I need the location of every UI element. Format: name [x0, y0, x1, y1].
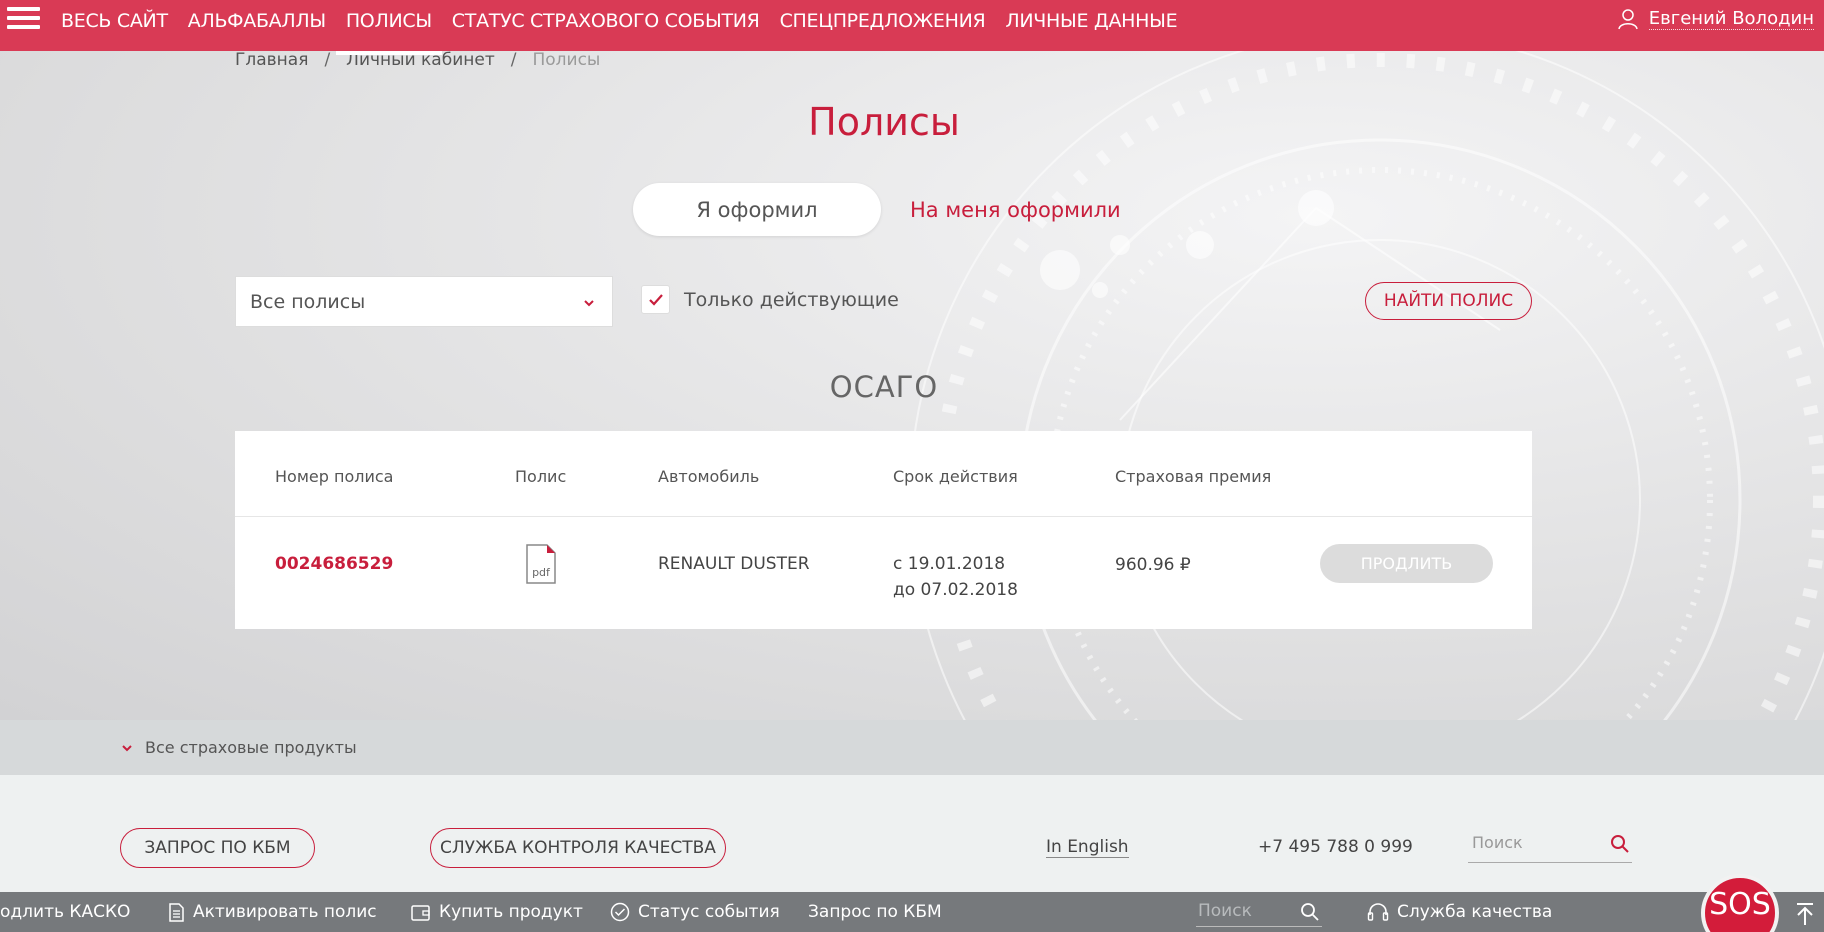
bottom-search-input[interactable] — [1196, 896, 1292, 926]
kbm-request-label: Запрос по КБМ — [808, 902, 942, 922]
extend-policy-button[interactable]: ПРОДЛИТЬ — [1320, 544, 1493, 583]
car-name: RENAULT DUSTER — [658, 554, 810, 574]
header-policy: Полис — [515, 467, 567, 486]
buy-product-label: Купить продукт — [439, 902, 583, 922]
wallet-icon — [411, 905, 430, 921]
nav-item-policies[interactable]: ПОЛИСЫ — [335, 0, 442, 55]
footer-search — [1468, 827, 1632, 863]
quality-service-label: Служба качества — [1397, 902, 1553, 922]
bottom-action-bar: одлить КАСКО Активировать полис Купить п… — [0, 892, 1824, 932]
premium-value: 960.96 ₽ — [1115, 555, 1191, 575]
header-premium: Страховая премия — [1115, 467, 1272, 486]
policies-table: Номер полиса Полис Автомобиль Срок дейст… — [235, 431, 1532, 629]
policy-number-link[interactable]: 0024686529 — [275, 554, 393, 574]
user-name: Евгений Володин — [1648, 8, 1814, 30]
quality-service-link[interactable]: Служба качества — [1367, 902, 1552, 922]
document-icon — [169, 902, 184, 922]
policy-tabs: Я оформил На меня оформили — [633, 183, 1121, 236]
bottom-search — [1196, 896, 1322, 927]
validity-to: до 07.02.2018 — [893, 580, 1018, 600]
search-icon[interactable] — [1300, 902, 1320, 922]
find-policy-button[interactable]: НАЙТИ ПОЛИС — [1365, 282, 1532, 320]
only-active-label: Только действующие — [684, 289, 899, 311]
headset-icon — [1367, 903, 1389, 921]
footer-search-input[interactable] — [1468, 827, 1598, 857]
activate-policy-label: Активировать полис — [193, 902, 377, 922]
event-status-link[interactable]: Статус события — [610, 902, 780, 922]
only-active-checkbox[interactable] — [641, 285, 670, 314]
kbm-request-button[interactable]: ЗАПРОС ПО КБМ — [120, 828, 315, 868]
nav-item-special-offers[interactable]: СПЕЦПРЕДЛОЖЕНИЯ — [770, 0, 996, 51]
phone-number: +7 495 788 0 999 — [1258, 837, 1413, 857]
section-title: ОСАГО — [829, 370, 939, 404]
tab-i-issued[interactable]: Я оформил — [633, 183, 881, 236]
nav-item-personal-data[interactable]: ЛИЧНЫЕ ДАННЫЕ — [995, 0, 1187, 51]
tab-issued-for-me[interactable]: На меня оформили — [910, 198, 1121, 222]
all-products-label: Все страховые продукты — [145, 738, 357, 757]
policy-type-select-value: Все полисы — [250, 290, 366, 313]
svg-text:pdf: pdf — [532, 566, 551, 579]
buy-product-link[interactable]: Купить продукт — [411, 902, 583, 922]
page-title: Полисы — [808, 100, 960, 144]
breadcrumb-current: Полисы — [532, 50, 601, 70]
nav-item-alfaballs[interactable]: АЛЬФАБАЛЛЫ — [178, 0, 336, 51]
chevron-down-icon — [584, 300, 594, 307]
nav-links: ВЕСЬ САЙТ АЛЬФАБАЛЛЫ ПОЛИСЫ СТАТУС СТРАХ… — [51, 0, 1187, 55]
checkmark-icon — [649, 294, 663, 306]
all-products-toggle[interactable]: Все страховые продукты — [121, 738, 357, 757]
activate-policy-link[interactable]: Активировать полис — [168, 902, 377, 922]
header-car: Автомобиль — [658, 467, 760, 486]
search-icon[interactable] — [1610, 834, 1630, 854]
policy-type-select[interactable]: Все полисы — [235, 276, 613, 327]
footer: ЗАПРОС ПО КБМ СЛУЖБА КОНТРОЛЯ КАЧЕСТВА I… — [0, 775, 1824, 892]
check-circle-icon — [610, 902, 630, 922]
top-navigation: ВЕСЬ САЙТ АЛЬФАБАЛЛЫ ПОЛИСЫ СТАТУС СТРАХ… — [0, 0, 1824, 55]
user-icon — [1618, 9, 1638, 30]
breadcrumb-separator: / — [324, 50, 331, 70]
kbm-request-link[interactable]: Запрос по КБМ — [808, 902, 942, 922]
extend-kasko-label: одлить КАСКО — [0, 902, 131, 922]
nav-item-all-site[interactable]: ВЕСЬ САЙТ — [51, 0, 178, 51]
english-link[interactable]: In English — [1046, 837, 1129, 858]
pdf-icon[interactable]: pdf — [525, 543, 557, 590]
validity-from: с 19.01.2018 — [893, 554, 1006, 574]
nav-item-claim-status[interactable]: СТАТУС СТРАХОВОГО СОБЫТИЯ — [442, 0, 770, 51]
breadcrumb-separator: / — [510, 50, 517, 70]
user-menu[interactable]: Евгений Володин — [1617, 8, 1814, 30]
scroll-to-top-icon[interactable] — [1794, 902, 1816, 926]
event-status-label: Статус события — [638, 902, 780, 922]
breadcrumb-home[interactable]: Главная — [235, 50, 308, 70]
chevron-down-icon — [122, 744, 132, 751]
header-validity: Срок действия — [893, 467, 1018, 486]
all-products-bar: Все страховые продукты — [0, 720, 1824, 775]
extend-kasko-link[interactable]: одлить КАСКО — [0, 902, 130, 922]
menu-icon[interactable] — [7, 7, 40, 35]
header-policy-number: Номер полиса — [275, 467, 394, 486]
quality-control-button[interactable]: СЛУЖБА КОНТРОЛЯ КАЧЕСТВА — [430, 828, 726, 868]
table-header: Номер полиса Полис Автомобиль Срок дейст… — [235, 431, 1532, 517]
